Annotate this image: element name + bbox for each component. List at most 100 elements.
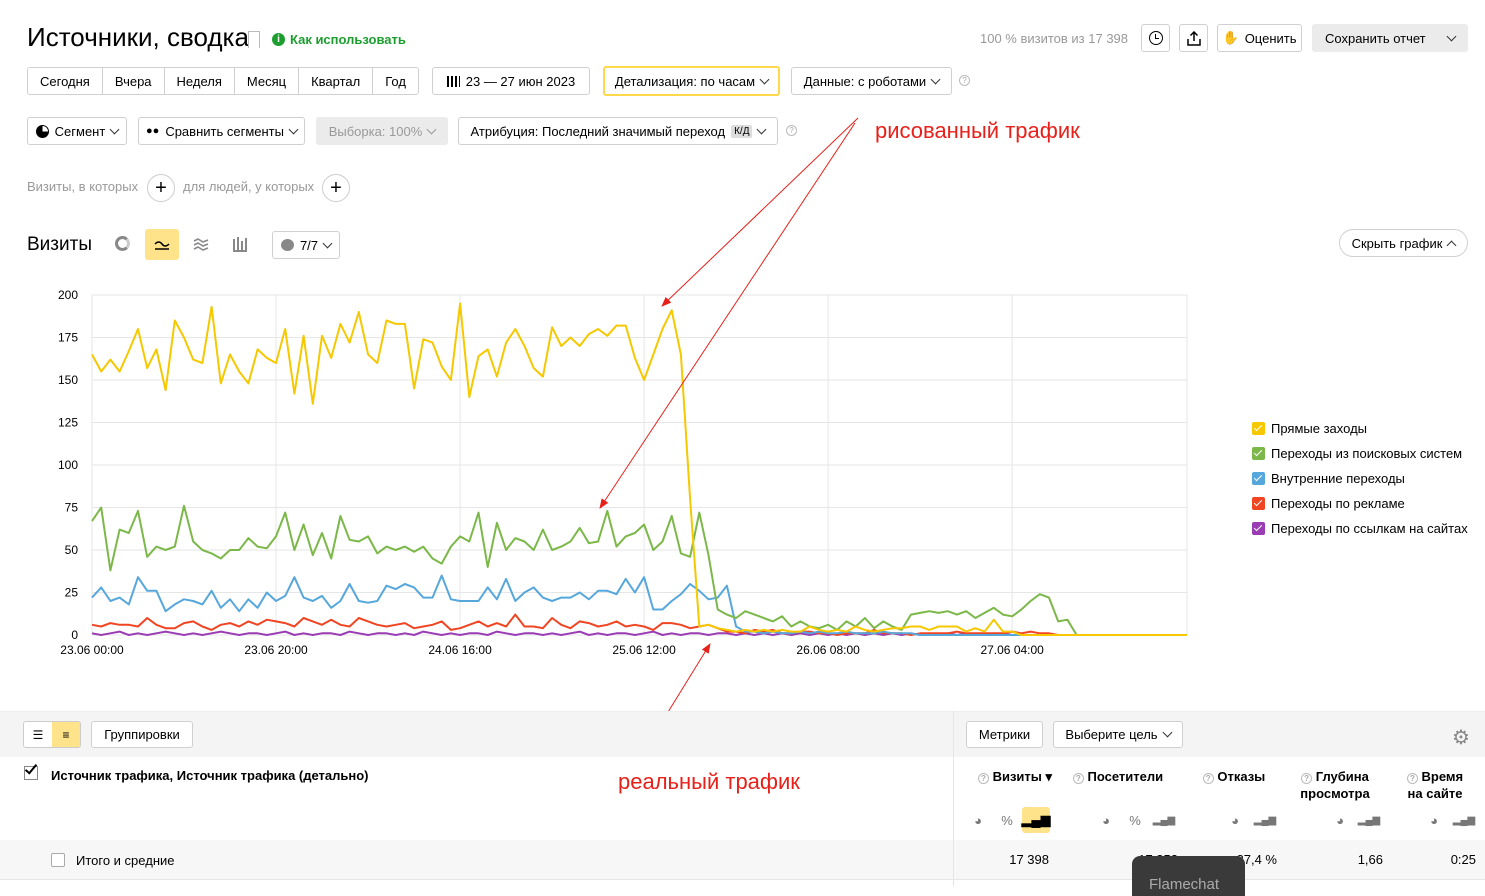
compare-segments-dropdown[interactable]: ●● Сравнить сегменты (138, 117, 305, 145)
percent-icon[interactable]: % (1121, 807, 1149, 833)
legend-label: Переходы по ссылкам на сайтах (1271, 521, 1468, 536)
gear-icon[interactable]: ⚙ (1452, 725, 1470, 750)
line-chart-toggle[interactable] (145, 229, 179, 260)
legend-checkbox-icon (1252, 472, 1265, 485)
period-month[interactable]: Месяц (235, 68, 300, 94)
pie-icon[interactable]: ◕ (1420, 807, 1448, 833)
metrics-button[interactable]: Метрики (966, 721, 1043, 748)
total-time: 0:25 (1450, 852, 1476, 867)
list-view-icon[interactable]: ☰ (24, 722, 52, 747)
pie-icon[interactable]: ◕ (1326, 807, 1354, 833)
tree-view-icon[interactable]: ≡ (52, 722, 80, 747)
column-header-bounces[interactable]: ? Отказы (1198, 768, 1270, 785)
save-report-button[interactable]: Сохранить отчет (1312, 24, 1468, 52)
period-today[interactable]: Сегодня (28, 68, 103, 94)
legend-item[interactable]: Внутренние переходы (1252, 471, 1405, 486)
dimension-checkbox[interactable] (24, 761, 38, 780)
comment-icon (280, 239, 294, 251)
add-people-filter-button[interactable]: + (322, 174, 350, 202)
pie-icon[interactable]: ◕ (964, 807, 992, 833)
chevron-down-icon (109, 124, 120, 134)
data-mode-label: Данные: с роботами (803, 73, 927, 89)
attribution-badge: К/Д (731, 124, 753, 138)
annotation-real-traffic: реальный трафик (618, 769, 800, 794)
view-toggle[interactable]: ☰ ≡ (23, 721, 81, 748)
pie-chart-toggle[interactable] (115, 236, 130, 251)
pie-icon[interactable]: ◕ (1221, 807, 1249, 833)
legend-item[interactable]: Переходы из поисковых систем (1252, 446, 1462, 461)
x-tick-label: 27.06 04:00 (980, 643, 1044, 657)
detail-dropdown[interactable]: Детализация: по часам (603, 66, 780, 96)
how-to-label: Как использовать (290, 32, 406, 47)
bar-icon[interactable]: ▂▄▆ (1450, 807, 1478, 833)
period-selector[interactable]: Сегодня Вчера Неделя Месяц Квартал Год (27, 67, 419, 95)
date-range-button[interactable]: 23 — 27 июн 2023 (432, 67, 590, 95)
legend-item[interactable]: Прямые заходы (1252, 421, 1367, 436)
y-tick-label: 200 (58, 288, 78, 302)
segment-dropdown[interactable]: Сегмент (27, 117, 127, 145)
legend-label: Прямые заходы (1271, 421, 1368, 436)
groupings-button[interactable]: Группировки (91, 721, 193, 748)
percent-icon[interactable]: % (993, 807, 1021, 833)
date-range-label: 23 — 27 июн 2023 (465, 73, 576, 89)
export-button[interactable] (1179, 24, 1208, 52)
total-depth: 1,66 (1357, 852, 1383, 867)
bar-icon[interactable]: ▂▄▆ (1021, 807, 1051, 833)
compare-icon: ●● (146, 125, 160, 137)
sample-dropdown[interactable]: Выборка: 100% (316, 117, 448, 145)
column-label: Отказы (1217, 769, 1266, 784)
hide-chart-button[interactable]: Скрыть график (1339, 229, 1468, 257)
series-line (91, 504, 1187, 636)
line-chart-icon (154, 240, 170, 250)
bar-icon[interactable]: ▂▄▆ (1355, 807, 1383, 833)
chart-title: Визиты (27, 234, 92, 255)
help-icon[interactable]: ? (786, 125, 797, 136)
annotations-dropdown[interactable]: 7/7 (272, 231, 340, 259)
annotation-drawn-traffic: рисованный трафик (875, 118, 1080, 143)
area-chart-toggle[interactable] (193, 237, 209, 256)
column-header-time[interactable]: ? Время на сайте (1400, 768, 1470, 802)
column-divider (953, 840, 954, 886)
add-visit-filter-button[interactable]: + (147, 174, 175, 202)
pie-icon[interactable]: ◕ (1092, 807, 1120, 833)
goal-dropdown[interactable]: Выберите цель (1053, 721, 1183, 748)
x-tick-label: 26.06 08:00 (796, 643, 860, 657)
column-header-depth[interactable]: ? Глубина просмотра (1293, 768, 1377, 802)
column-header-visitors[interactable]: ? Посетители (1068, 768, 1168, 785)
legend-item[interactable]: Переходы по рекламе (1252, 496, 1405, 511)
bar-icon[interactable]: ▂▄▆ (1150, 807, 1178, 833)
attribution-dropdown[interactable]: Атрибуция: Последний значимый переход К/… (458, 117, 778, 145)
chevron-down-icon (426, 124, 437, 134)
period-week[interactable]: Неделя (165, 68, 235, 94)
period-year[interactable]: Год (373, 68, 418, 94)
history-button[interactable] (1141, 24, 1170, 52)
flamechat-widget[interactable]: Flamechat (1132, 856, 1245, 896)
groupings-label: Группировки (104, 727, 180, 742)
segment-label: Сегмент (54, 123, 106, 139)
data-mode-dropdown[interactable]: Данные: с роботами (791, 67, 952, 95)
bar-icon[interactable]: ▂▄▆ (1251, 807, 1279, 833)
flamechat-label: Flamechat (1149, 876, 1220, 893)
period-yesterday[interactable]: Вчера (103, 68, 165, 94)
legend-item[interactable]: Переходы по ссылкам на сайтах (1252, 521, 1468, 536)
bookmark-icon[interactable] (248, 31, 260, 48)
chevron-down-icon (930, 74, 941, 84)
clock-icon (1148, 31, 1163, 45)
visits-line-chart: 200 175 150 125 100 75 50 25 023.06 00:00 23.06 2… (58, 288, 1188, 657)
help-icon[interactable]: ? (959, 75, 970, 86)
period-quarter[interactable]: Квартал (299, 68, 374, 94)
annotation-arrow (661, 117, 859, 307)
bar-chart-toggle[interactable] (232, 236, 248, 257)
attribution-label: Атрибуция: Последний значимый переход (470, 123, 726, 139)
chevron-up-icon (1446, 240, 1457, 250)
filter-people-label: для людей, у которых (183, 179, 315, 194)
how-to-link[interactable]: i Как использовать (272, 32, 406, 47)
totals-checkbox[interactable] (51, 853, 65, 867)
metrics-label: Метрики (978, 727, 1031, 742)
page-title: Источники, сводка (27, 22, 249, 52)
thumbs-icon: ✋ (1222, 30, 1239, 45)
rate-button[interactable]: ✋ Оценить (1217, 24, 1302, 52)
table-toolbar (0, 711, 1485, 757)
chevron-down-icon (288, 124, 299, 134)
column-header-visits[interactable]: ? Визиты ▾ (972, 768, 1058, 785)
